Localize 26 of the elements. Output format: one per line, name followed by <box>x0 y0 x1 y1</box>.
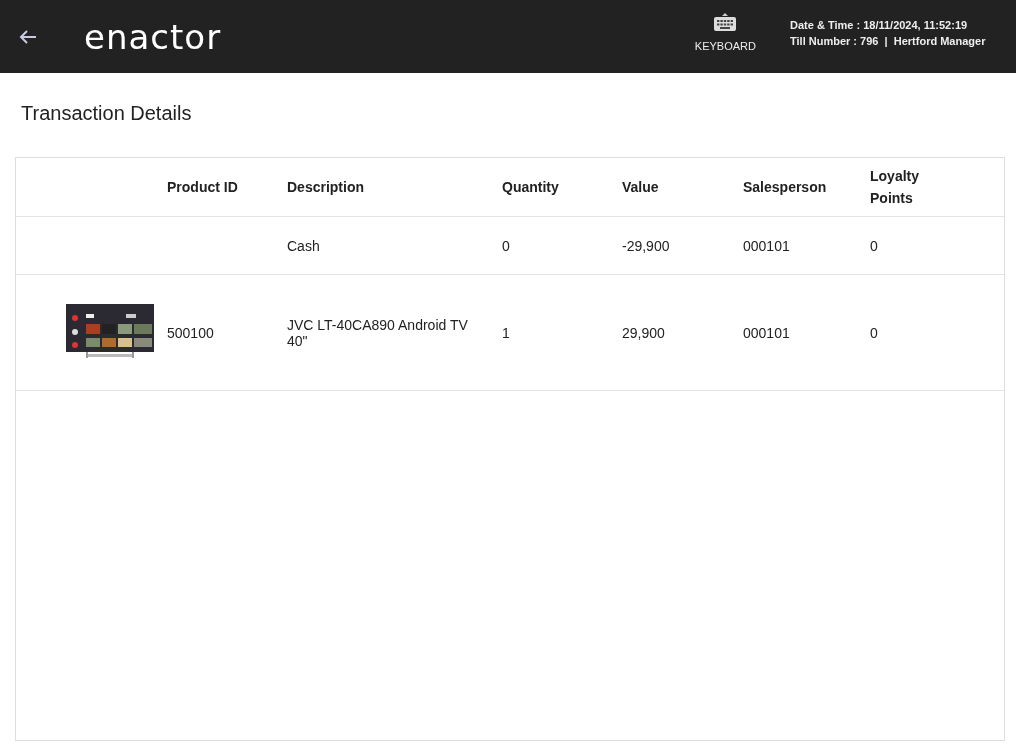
table-cell-text: 0 <box>870 324 879 341</box>
table-cell-text: 000101 <box>743 237 791 254</box>
table-cell-text: Cash <box>287 237 321 254</box>
logo: enactor <box>84 16 222 57</box>
page-title: Transaction Details <box>20 101 193 126</box>
till-info-text: Till Number : 796 | Hertford Manager <box>790 34 987 47</box>
keyboard-button[interactable]: KEYBOARD <box>686 0 764 73</box>
column-header: Salesperson <box>743 178 828 197</box>
date-time-text: Date & Time : 18/11/2024, 11:52:19 <box>790 18 969 31</box>
table-cell-text: 500100 <box>167 324 215 341</box>
table-cell-text: 0 <box>870 237 879 254</box>
table-cell-text: JVC LT-40CA890 Android TV 40" <box>287 316 469 349</box>
table-cell-text: 0 <box>502 237 511 254</box>
column-header: Product ID <box>167 178 239 197</box>
table-row[interactable]: Cash 0 -29,900 000101 0 <box>16 217 1004 275</box>
column-header: Description <box>287 178 365 197</box>
column-header: Value <box>622 178 660 197</box>
table-row[interactable]: 500100 JVC LT-40CA890 Android TV 40" 1 29,900 000101 0 <box>16 275 1004 391</box>
table-cell-text: 1 <box>502 324 511 341</box>
back-arrow-icon <box>19 28 37 45</box>
column-header: Quantity <box>502 178 560 197</box>
table-cell-text: -29,900 <box>622 237 671 254</box>
column-header: Loyalty Points <box>870 167 920 208</box>
keyboard-icon <box>714 12 737 32</box>
table-cell-text: 000101 <box>743 324 791 341</box>
table-cell-text: 29,900 <box>622 324 666 341</box>
